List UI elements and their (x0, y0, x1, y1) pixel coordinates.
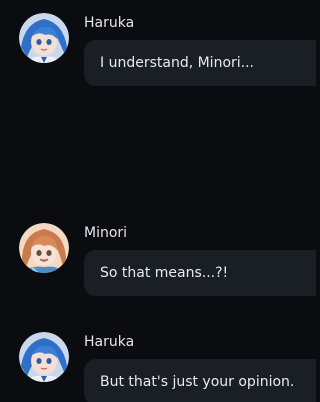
message-bubble: So that means...?! (84, 250, 316, 296)
haruka-avatar[interactable] (19, 332, 69, 382)
message-bubble: I understand, Minori... (84, 40, 316, 86)
haruka-avatar-image (19, 332, 69, 382)
chat-message: Haruka But that's just your opinion. (0, 332, 316, 402)
message-bubble: But that's just your opinion. (84, 359, 316, 402)
sender-name: Haruka (84, 334, 135, 350)
sender-name: Haruka (84, 15, 135, 31)
sender-name: Minori (84, 225, 128, 241)
chat-thread: Haruka I understand, Minori... Minori So… (0, 0, 316, 402)
minori-avatar[interactable] (19, 223, 69, 273)
haruka-avatar[interactable] (19, 13, 69, 63)
chat-message: Minori So that means...?! (0, 223, 316, 297)
haruka-avatar-image (19, 13, 69, 63)
minori-avatar-image (19, 223, 69, 273)
chat-message: Haruka I understand, Minori... (0, 13, 316, 87)
